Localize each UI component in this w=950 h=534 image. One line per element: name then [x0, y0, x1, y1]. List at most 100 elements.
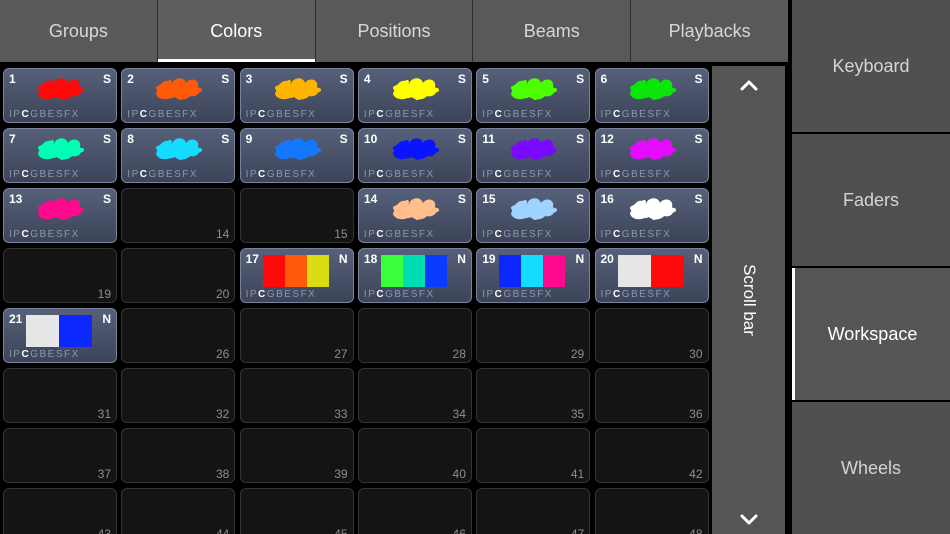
color-palette-cell[interactable]: 19 N IPCGBESFX — [476, 248, 591, 303]
color-palette-cell[interactable]: 14 S IPCGBESFX — [357, 188, 472, 243]
color-palette-cell[interactable]: 13 S IPCGBESFX — [3, 188, 117, 243]
attribute-letter: E — [402, 109, 411, 120]
attribute-letter: FX — [418, 109, 435, 120]
palette-cell-empty[interactable]: 48 — [594, 488, 709, 534]
attribute-letter: FX — [63, 109, 80, 120]
attribute-letter: C — [376, 289, 386, 300]
palette-cell-empty[interactable]: 36 — [594, 368, 709, 423]
palette-cell-empty[interactable]: 34 — [357, 368, 472, 423]
palette-cell-empty[interactable]: 38 — [121, 428, 236, 483]
attribute-letter: C — [376, 109, 386, 120]
color-strips — [499, 255, 566, 287]
color-swatch — [392, 198, 439, 220]
scroll-up-button[interactable] — [712, 70, 785, 100]
tab-beams[interactable]: Beams — [473, 0, 632, 62]
attribute-letter: C — [21, 109, 31, 120]
color-palette-cell[interactable]: 3 S IPCGBESFX — [239, 68, 354, 123]
palette-cell-empty[interactable]: 45 — [239, 488, 354, 534]
cell-number: 26 — [215, 347, 230, 361]
color-palette-cell[interactable]: 7 S IPCGBESFX — [3, 128, 117, 183]
palette-cell-empty[interactable]: 44 — [121, 488, 236, 534]
palette-cell-empty[interactable]: 28 — [357, 308, 472, 363]
palette-cell-empty[interactable]: 35 — [476, 368, 591, 423]
attribute-letter: P — [604, 169, 613, 180]
palette-cell-empty[interactable]: 29 — [476, 308, 591, 363]
color-palette-cell[interactable]: 6 S IPCGBESFX — [594, 68, 709, 123]
cell-type-flag: S — [457, 72, 466, 86]
cell-number: 3 — [245, 72, 253, 86]
side-wheels-button[interactable]: Wheels — [792, 402, 950, 534]
cell-number: 34 — [452, 407, 466, 421]
tab-positions[interactable]: Positions — [315, 0, 474, 62]
palette-cell-empty[interactable]: 41 — [476, 428, 591, 483]
attribute-letter: P — [249, 289, 259, 300]
attribute-letter: E — [402, 229, 411, 240]
color-strip — [543, 255, 566, 287]
palette-cell-empty[interactable]: 15 — [239, 188, 354, 243]
side-keyboard-button[interactable]: Keyboard — [792, 0, 950, 132]
tab-colors[interactable]: Colors — [157, 0, 316, 62]
attribute-indicators: IPCGBESFX — [364, 109, 467, 120]
palette-cell-empty[interactable]: 40 — [357, 428, 472, 483]
attribute-letter: G — [503, 109, 513, 120]
palette-cell-empty[interactable]: 43 — [3, 488, 117, 534]
color-palette-cell[interactable]: 17 N IPCGBESFX — [239, 248, 354, 303]
palette-cell-empty[interactable]: 31 — [3, 368, 117, 423]
palette-cell-empty[interactable]: 42 — [594, 428, 709, 483]
tab-playbacks[interactable]: Playbacks — [631, 0, 788, 62]
color-palette-cell[interactable]: 18 N IPCGBESFX — [357, 248, 472, 303]
cell-number: 10 — [363, 132, 378, 146]
tab-groups[interactable]: Groups — [0, 0, 158, 62]
cell-type-flag: S — [694, 132, 703, 146]
side-workspace-button[interactable]: Workspace — [792, 268, 950, 400]
color-palette-cell[interactable]: 8 S IPCGBESFX — [121, 128, 236, 183]
palette-cell-empty[interactable]: 47 — [476, 488, 591, 534]
color-palette-cell[interactable]: 20 N IPCGBESFX — [594, 248, 709, 303]
color-palette-cell[interactable]: 5 S IPCGBESFX — [476, 68, 591, 123]
palette-cell-empty[interactable]: 46 — [357, 488, 472, 534]
attribute-letter: E — [520, 109, 529, 120]
color-palette-cell[interactable]: 15 S IPCGBESFX — [476, 188, 591, 243]
attribute-letter: G — [266, 289, 277, 300]
color-palette-cell[interactable]: 4 S IPCGBESFX — [357, 68, 472, 123]
attribute-letter: C — [258, 169, 267, 180]
color-palette-cell[interactable]: 9 S IPCGBESFX — [239, 128, 354, 183]
palette-cell-empty[interactable]: 27 — [239, 308, 354, 363]
palette-cell-empty[interactable]: 19 — [3, 248, 117, 303]
cell-number: 19 — [97, 287, 111, 301]
cell-number: 20 — [600, 252, 614, 266]
palette-cell-empty[interactable]: 37 — [3, 428, 117, 483]
palette-cell-empty[interactable]: 33 — [239, 368, 354, 423]
cell-number: 47 — [570, 527, 585, 534]
cell-number: 33 — [334, 407, 348, 421]
attribute-letter: C — [376, 169, 386, 180]
color-palette-cell[interactable]: 11 S IPCGBESFX — [476, 128, 591, 183]
attribute-letter: E — [47, 229, 56, 240]
color-palette-cell[interactable]: 21 N IPCGBESFX — [3, 308, 117, 363]
attribute-indicators: IPCGBESFX — [9, 109, 112, 120]
palette-cell-empty[interactable]: 30 — [594, 308, 709, 363]
color-palette-cell[interactable]: 1 S IPCGBESFX — [3, 68, 117, 123]
attribute-letter: S — [410, 229, 419, 240]
color-palette-cell[interactable]: 16 S IPCGBESFX — [594, 188, 709, 243]
palette-cell-empty[interactable]: 20 — [121, 248, 236, 303]
cell-type-flag: N — [575, 252, 585, 266]
palette-cell-empty[interactable]: 39 — [239, 428, 354, 483]
attribute-indicators: IPCGBESFX — [601, 169, 704, 180]
attribute-letter: FX — [182, 169, 199, 180]
attribute-letter: B — [276, 109, 285, 120]
scroll-down-button[interactable] — [712, 504, 785, 534]
color-palette-cell[interactable]: 2 S IPCGBESFX — [121, 68, 236, 123]
palette-cell-empty[interactable]: 26 — [121, 308, 236, 363]
palette-cell-empty[interactable]: 14 — [121, 188, 236, 243]
cell-number: 11 — [482, 132, 495, 146]
cell-number: 1 — [9, 72, 16, 86]
cell-number: 15 — [334, 227, 348, 241]
attribute-letter: FX — [537, 289, 553, 300]
color-palette-cell[interactable]: 10 S IPCGBESFX — [357, 128, 472, 183]
side-faders-button[interactable]: Faders — [792, 134, 950, 266]
cell-type-flag: S — [457, 192, 466, 206]
palette-cell-empty[interactable]: 32 — [121, 368, 236, 423]
color-palette-cell[interactable]: 12 S IPCGBESFX — [594, 128, 709, 183]
scroll-bar[interactable]: Scroll bar — [712, 66, 785, 534]
